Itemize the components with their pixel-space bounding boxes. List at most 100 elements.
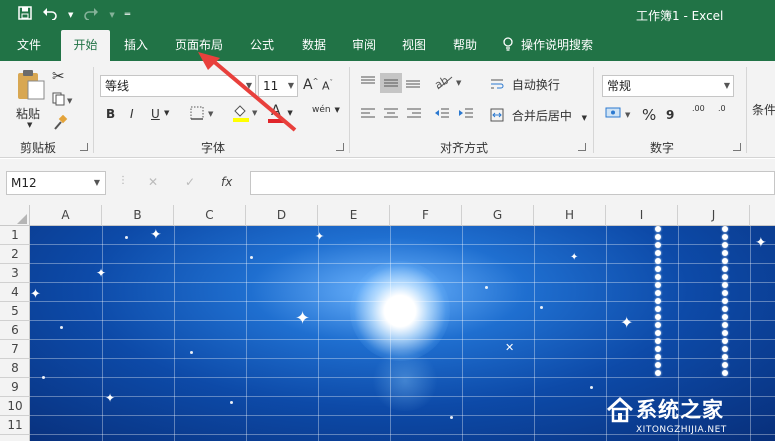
increase-indent-button[interactable] bbox=[458, 107, 474, 122]
align-bottom-button[interactable] bbox=[405, 75, 421, 92]
row-header[interactable]: 3 bbox=[0, 264, 30, 283]
wrap-text-button[interactable]: 自动换行 bbox=[490, 76, 560, 93]
indent-icon bbox=[458, 108, 474, 122]
number-launcher-icon[interactable] bbox=[733, 143, 741, 151]
align-center-button[interactable] bbox=[383, 107, 399, 122]
orientation-button[interactable]: ab ▼ bbox=[432, 73, 464, 94]
align-right-button[interactable] bbox=[406, 107, 422, 122]
star-dot bbox=[190, 351, 193, 354]
star-decoration: ✦ bbox=[150, 227, 162, 243]
chevron-down-icon: ▼ bbox=[723, 81, 730, 90]
row-header[interactable]: 1 bbox=[0, 226, 30, 245]
column-header[interactable]: F bbox=[390, 205, 462, 226]
row-header[interactable]: 11 bbox=[0, 416, 30, 435]
formula-input[interactable] bbox=[250, 171, 775, 195]
row-header[interactable]: 8 bbox=[0, 359, 30, 378]
row-header[interactable]: 10 bbox=[0, 397, 30, 416]
tab-view[interactable]: 视图 bbox=[390, 30, 438, 61]
underline-button[interactable]: U bbox=[151, 107, 160, 121]
tab-home[interactable]: 开始 bbox=[61, 30, 110, 61]
redo-dropdown-icon[interactable]: ▼ bbox=[109, 11, 114, 19]
tell-me-search[interactable]: 操作说明搜索 bbox=[503, 30, 613, 61]
column-header[interactable]: J bbox=[678, 205, 750, 226]
redo-icon[interactable] bbox=[83, 6, 99, 24]
customize-qat-icon[interactable]: ═ bbox=[125, 10, 130, 20]
currency-icon: ▼ bbox=[605, 107, 635, 124]
increase-font-size-button[interactable]: A^ bbox=[303, 77, 318, 93]
paste-button[interactable]: 粘贴 ▼ bbox=[10, 69, 50, 131]
column-header[interactable]: C bbox=[174, 205, 246, 226]
tab-file[interactable]: 文件 bbox=[4, 30, 54, 61]
column-header[interactable]: B bbox=[102, 205, 174, 226]
star-decoration: ✦ bbox=[295, 308, 311, 329]
row-header[interactable]: 2 bbox=[0, 245, 30, 264]
tab-help[interactable]: 帮助 bbox=[441, 30, 489, 61]
copy-button[interactable]: ▼ bbox=[52, 92, 74, 109]
undo-icon[interactable] bbox=[42, 6, 58, 24]
gridline bbox=[30, 339, 775, 340]
group-divider bbox=[593, 67, 594, 153]
column-header[interactable]: G bbox=[462, 205, 534, 226]
name-box-value: M12 bbox=[11, 176, 37, 190]
star-decoration: ✦ bbox=[105, 391, 116, 405]
select-all-button[interactable] bbox=[0, 205, 30, 226]
row-header[interactable]: 7 bbox=[0, 340, 30, 359]
number-format-combo[interactable]: 常规 ▼ bbox=[602, 75, 734, 97]
bold-button[interactable]: B bbox=[106, 107, 115, 121]
format-painter-button[interactable] bbox=[52, 114, 68, 134]
column-header[interactable]: I bbox=[606, 205, 678, 226]
tab-insert[interactable]: 插入 bbox=[112, 30, 160, 61]
inc-decimal-label: .00 bbox=[692, 104, 705, 113]
conditional-formatting-button[interactable]: 条件 bbox=[752, 101, 775, 118]
increase-decimal-button[interactable]: .00 bbox=[692, 105, 705, 113]
wrap-text-label: 自动换行 bbox=[511, 78, 560, 92]
cut-button[interactable]: ✂ bbox=[52, 67, 65, 85]
align-top-button[interactable] bbox=[360, 75, 376, 92]
star-dot bbox=[540, 306, 543, 309]
phonetic-button[interactable]: wén ▼ bbox=[312, 101, 340, 115]
name-box[interactable]: M12 ▼ bbox=[6, 171, 106, 195]
gridline bbox=[30, 377, 775, 378]
dec-decimal-label: .0 bbox=[718, 104, 726, 113]
alignment-launcher-icon[interactable] bbox=[578, 143, 586, 151]
row-header[interactable]: 5 bbox=[0, 302, 30, 321]
align-left-icon bbox=[360, 108, 376, 122]
svg-text:ab: ab bbox=[434, 74, 451, 91]
decrease-decimal-button[interactable]: .0 bbox=[718, 105, 726, 113]
number-group-label: 数字 bbox=[650, 141, 675, 155]
decrease-indent-button[interactable] bbox=[434, 107, 450, 122]
comma-style-button[interactable]: 9 bbox=[666, 108, 674, 122]
font-launcher-icon[interactable] bbox=[336, 143, 344, 151]
align-left-button[interactable] bbox=[360, 107, 376, 122]
decrease-font-size-button[interactable]: Aˇ bbox=[322, 79, 333, 93]
house-logo-icon bbox=[606, 396, 634, 423]
align-middle-button[interactable] bbox=[380, 73, 402, 93]
watermark-url: XITONGZHIJIA.NET bbox=[636, 425, 727, 435]
tab-review[interactable]: 审阅 bbox=[340, 30, 388, 61]
group-divider bbox=[349, 67, 350, 153]
undo-dropdown-icon[interactable]: ▼ bbox=[68, 11, 73, 19]
star-dot bbox=[250, 256, 253, 259]
accounting-format-button[interactable]: ▼ bbox=[605, 105, 635, 124]
column-header[interactable]: D bbox=[246, 205, 318, 226]
save-icon[interactable] bbox=[18, 6, 32, 24]
row-header[interactable]: 6 bbox=[0, 321, 30, 340]
clipboard-launcher-icon[interactable] bbox=[80, 143, 88, 151]
column-header[interactable]: E bbox=[318, 205, 390, 226]
italic-button[interactable]: I bbox=[130, 107, 134, 121]
tell-me-label: 操作说明搜索 bbox=[521, 38, 594, 52]
column-header[interactable]: A bbox=[30, 205, 102, 226]
enter-button[interactable]: ✓ bbox=[185, 175, 195, 189]
align-right-icon bbox=[406, 108, 422, 122]
insert-function-button[interactable]: fx bbox=[221, 175, 232, 189]
star-decoration: ✦ bbox=[30, 287, 41, 302]
row-header[interactable]: 4 bbox=[0, 283, 30, 302]
cancel-button[interactable]: ✕ bbox=[148, 175, 158, 189]
scissors-icon: ✂ bbox=[52, 67, 65, 85]
outdent-icon bbox=[434, 108, 450, 122]
row-header[interactable]: 9 bbox=[0, 378, 30, 397]
column-header[interactable]: H bbox=[534, 205, 606, 226]
percent-style-button[interactable]: % bbox=[642, 106, 656, 124]
merge-center-button[interactable]: 合并后居中 ▼ bbox=[490, 107, 587, 124]
underline-dropdown-icon[interactable]: ▼ bbox=[164, 109, 169, 117]
